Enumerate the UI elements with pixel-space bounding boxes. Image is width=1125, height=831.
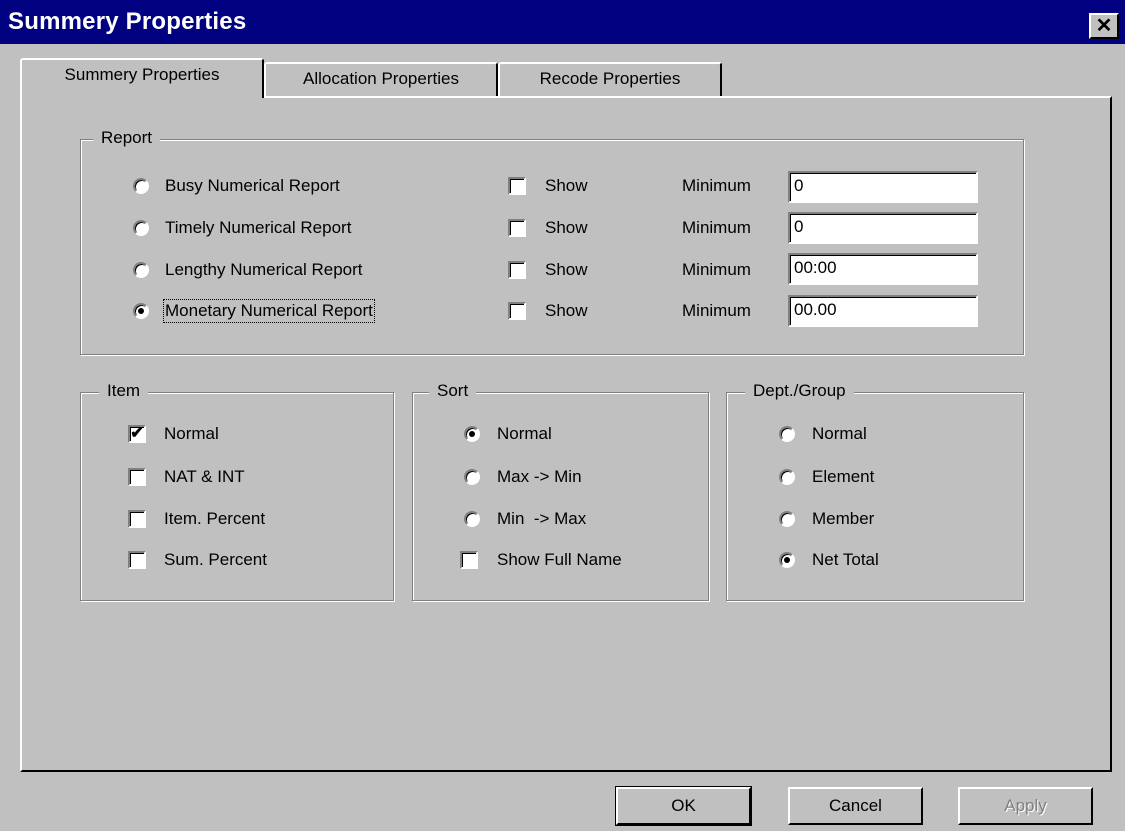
dept-group-legend: Dept./Group: [745, 381, 854, 401]
ok-label: OK: [671, 796, 696, 815]
apply-label: Apply: [1004, 796, 1047, 815]
item-label-normal[interactable]: Normal: [164, 424, 219, 444]
show-label[interactable]: Show: [545, 176, 588, 196]
cancel-button[interactable]: Cancel: [788, 787, 923, 825]
tab-summery-properties[interactable]: Summery Properties: [20, 58, 264, 98]
item-label-nat-int[interactable]: NAT & INT: [164, 467, 245, 487]
dept-radio-net-total[interactable]: [779, 552, 795, 568]
minimum-label: Minimum: [682, 176, 751, 195]
sort-legend: Sort: [429, 381, 477, 401]
show-label[interactable]: Show: [545, 301, 588, 321]
show-checkbox-timely[interactable]: [508, 219, 526, 237]
tab-label: Recode Properties: [539, 69, 681, 88]
minimum-input-timely[interactable]: 0: [788, 212, 978, 244]
sort-radio-max-min[interactable]: [464, 469, 480, 485]
ok-button[interactable]: OK: [615, 786, 752, 826]
cancel-label: Cancel: [829, 796, 882, 815]
dept-label-member[interactable]: Member: [812, 509, 874, 529]
sort-radio-min-max[interactable]: [464, 511, 480, 527]
item-checkbox-sum-percent[interactable]: [128, 551, 146, 569]
report-label-busy[interactable]: Busy Numerical Report: [165, 176, 340, 196]
dept-label-normal[interactable]: Normal: [812, 424, 867, 444]
sort-label-min-max[interactable]: Min -> Max: [497, 509, 586, 529]
tab-label: Allocation Properties: [303, 69, 459, 88]
report-label-monetary[interactable]: Monetary Numerical Report: [163, 299, 375, 323]
close-icon[interactable]: ✕: [1089, 13, 1119, 39]
report-radio-busy[interactable]: [133, 178, 149, 194]
item-legend: Item: [99, 381, 149, 401]
dept-radio-member[interactable]: [779, 511, 795, 527]
item-label-item-percent[interactable]: Item. Percent: [164, 509, 265, 529]
report-radio-monetary[interactable]: [133, 303, 149, 319]
apply-button[interactable]: Apply: [958, 787, 1093, 825]
show-full-name-checkbox[interactable]: [460, 551, 478, 569]
item-label-sum-percent[interactable]: Sum. Percent: [164, 550, 267, 570]
report-legend: Report: [93, 128, 161, 148]
sort-label-max-min[interactable]: Max -> Min: [497, 467, 582, 487]
item-checkbox-normal[interactable]: ✔: [128, 425, 146, 443]
show-label[interactable]: Show: [545, 218, 588, 238]
report-label-lengthy[interactable]: Lengthy Numerical Report: [165, 260, 362, 280]
item-checkbox-item-percent[interactable]: [128, 510, 146, 528]
sort-label-normal[interactable]: Normal: [497, 424, 552, 444]
report-radio-timely[interactable]: [133, 220, 149, 236]
dept-radio-normal[interactable]: [779, 426, 795, 442]
dept-radio-element[interactable]: [779, 469, 795, 485]
tab-recode-properties[interactable]: Recode Properties: [498, 62, 722, 96]
minimum-input-busy[interactable]: 0: [788, 171, 978, 203]
dept-label-element[interactable]: Element: [812, 467, 874, 487]
dept-label-net-total[interactable]: Net Total: [812, 550, 879, 570]
tab-label: Summery Properties: [64, 65, 220, 84]
show-checkbox-lengthy[interactable]: [508, 261, 526, 279]
show-full-name-label[interactable]: Show Full Name: [497, 550, 622, 570]
title-bar: Summery Properties ✕: [0, 0, 1125, 44]
report-radio-lengthy[interactable]: [133, 262, 149, 278]
minimum-label: Minimum: [682, 301, 751, 320]
sort-radio-normal[interactable]: [464, 426, 480, 442]
item-checkbox-nat-int[interactable]: [128, 468, 146, 486]
window-title: Summery Properties: [8, 8, 247, 35]
show-label[interactable]: Show: [545, 260, 588, 280]
minimum-label: Minimum: [682, 260, 751, 279]
minimum-label: Minimum: [682, 218, 751, 237]
report-label-timely[interactable]: Timely Numerical Report: [165, 218, 351, 238]
minimum-input-lengthy[interactable]: 00:00: [788, 253, 978, 285]
show-checkbox-monetary[interactable]: [508, 302, 526, 320]
minimum-input-monetary[interactable]: 00.00: [788, 295, 978, 327]
show-checkbox-busy[interactable]: [508, 177, 526, 195]
tab-allocation-properties[interactable]: Allocation Properties: [264, 62, 498, 96]
